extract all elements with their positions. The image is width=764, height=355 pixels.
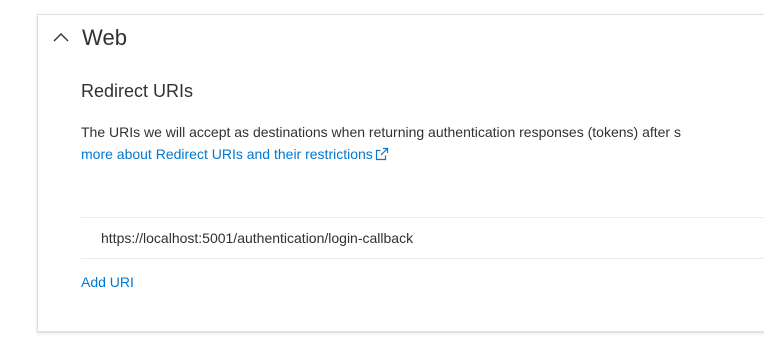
redirect-uri-list: https://localhost:5001/authentication/lo… <box>81 217 764 259</box>
section-title: Web <box>82 25 128 50</box>
add-uri-button[interactable]: Add URI <box>81 274 134 290</box>
chevron-up-icon <box>52 29 70 47</box>
redirect-uris-description: The URIs we will accept as destinations … <box>81 121 764 165</box>
redirect-uri-row[interactable]: https://localhost:5001/authentication/lo… <box>81 218 764 259</box>
learn-more-label: more about Redirect URIs and their restr… <box>81 146 373 162</box>
external-link-icon <box>375 145 389 161</box>
description-text: The URIs we will accept as destinations … <box>81 124 681 140</box>
redirect-uris-heading: Redirect URIs <box>81 81 194 101</box>
redirect-uri-value: https://localhost:5001/authentication/lo… <box>101 230 414 246</box>
learn-more-link[interactable]: more about Redirect URIs and their restr… <box>81 146 389 162</box>
web-section-toggle[interactable]: Web <box>52 23 127 53</box>
web-platform-card: Web Redirect URIs The URIs we will accep… <box>37 14 764 332</box>
